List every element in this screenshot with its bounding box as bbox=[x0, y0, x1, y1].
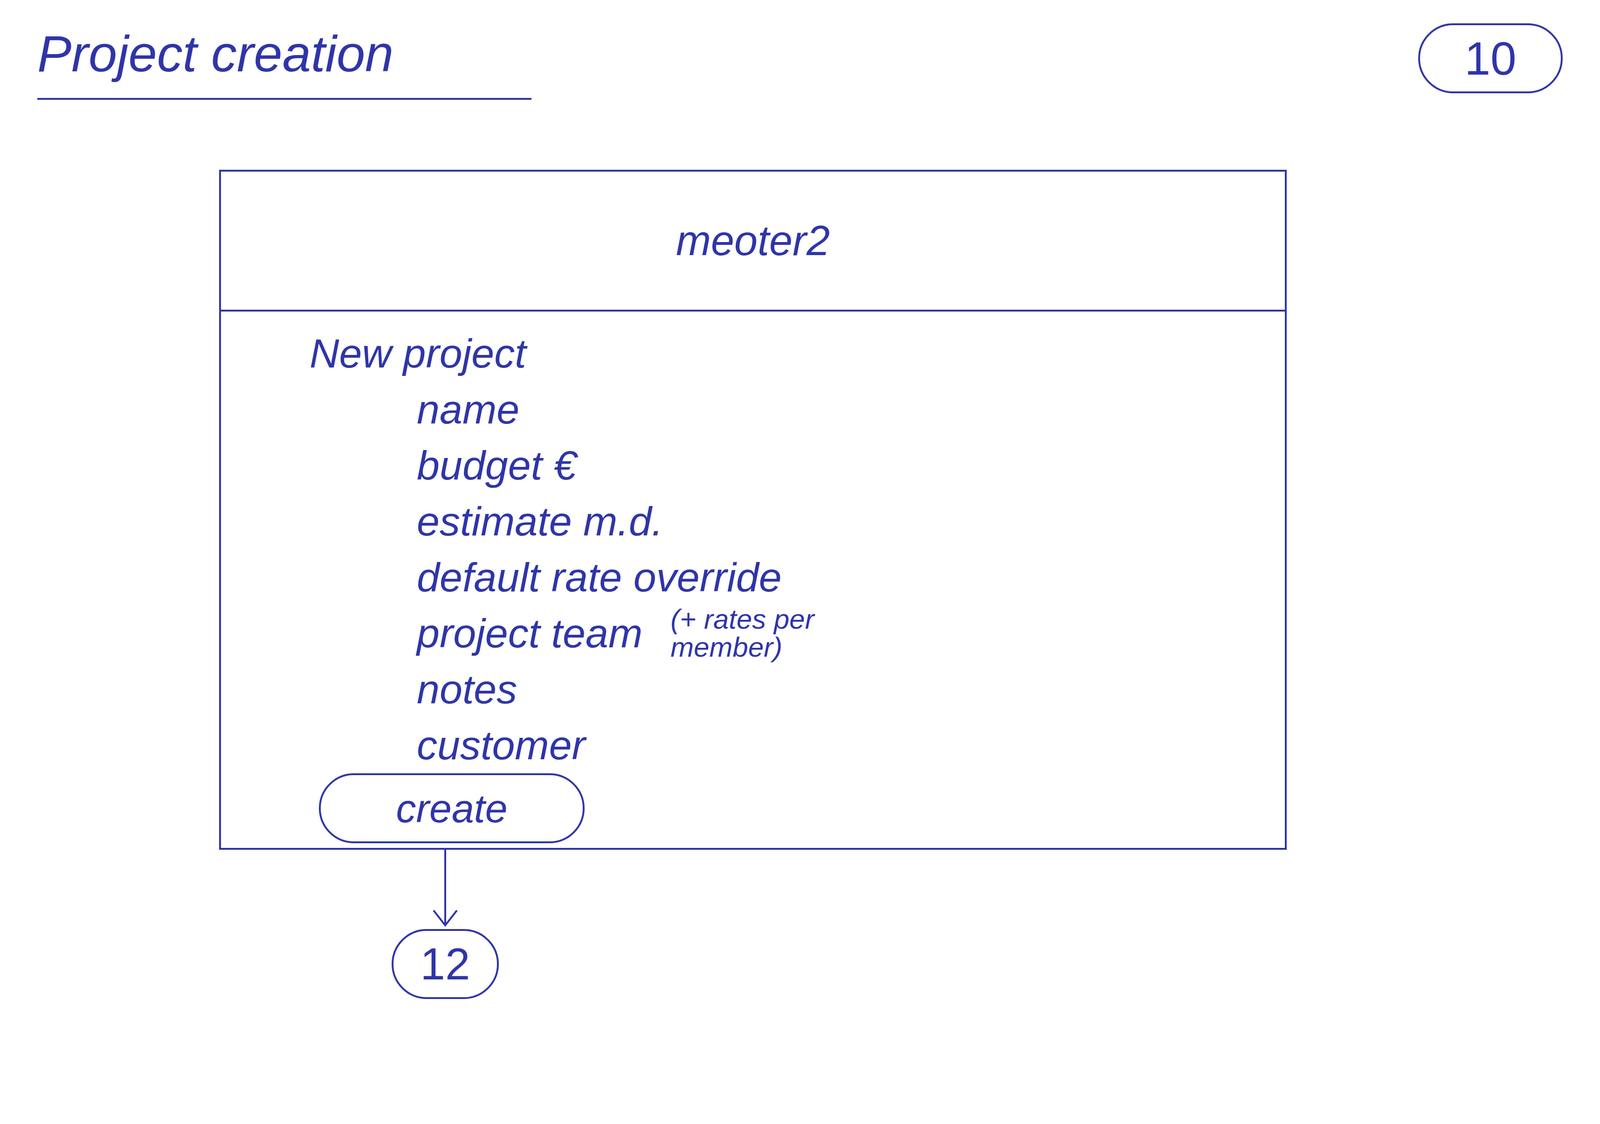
down-arrow-icon bbox=[431, 849, 460, 929]
form-content: New projectnamebudget €estimate m.d.defa… bbox=[220, 311, 1285, 848]
form-field[interactable]: default rate override bbox=[309, 549, 1285, 606]
create-button[interactable]: create bbox=[318, 772, 585, 843]
form-field[interactable]: estimate m.d. bbox=[309, 493, 1285, 550]
field-label: customer bbox=[416, 717, 586, 773]
app-window: meoter2 New projectnamebudget €estimate m… bbox=[219, 169, 1287, 850]
button-row: create bbox=[309, 772, 1285, 843]
form-heading: New project bbox=[309, 325, 1285, 382]
window-header: meoter2 bbox=[220, 171, 1285, 312]
form-field[interactable]: customer bbox=[309, 717, 1285, 773]
form-field[interactable]: name bbox=[309, 381, 1285, 438]
field-label: name bbox=[416, 381, 520, 438]
field-label: estimate m.d. bbox=[416, 493, 663, 550]
form-field[interactable]: budget € bbox=[309, 437, 1285, 494]
form-field[interactable]: notes bbox=[309, 661, 1285, 718]
page-header: Project creation 10 bbox=[0, 0, 1600, 100]
page-number: 10 bbox=[1418, 23, 1563, 94]
window-title: meoter2 bbox=[675, 214, 830, 267]
field-label: project team bbox=[416, 605, 643, 662]
form-field[interactable]: project team (+ rates per member) bbox=[309, 605, 1285, 662]
field-label: default rate override bbox=[416, 549, 782, 606]
next-page-number[interactable]: 12 bbox=[391, 928, 499, 999]
field-label: notes bbox=[416, 661, 518, 718]
page-title: Project creation bbox=[37, 23, 532, 100]
field-label: budget € bbox=[416, 437, 577, 494]
field-note: (+ rates per member) bbox=[670, 605, 876, 662]
